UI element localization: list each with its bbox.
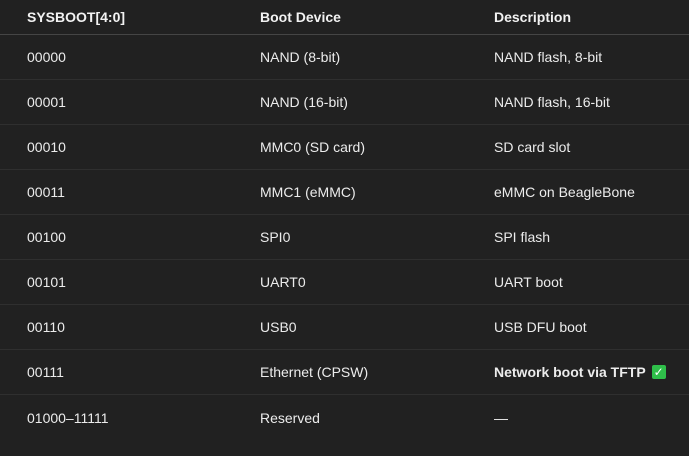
header-sysboot: SYSBOOT[4:0] bbox=[27, 9, 126, 25]
table-row: 00111 Ethernet (CPSW) Network boot via T… bbox=[0, 350, 689, 395]
description: USB DFU boot bbox=[494, 319, 587, 335]
table-row: 00100 SPI0 SPI flash bbox=[0, 215, 689, 260]
check-mark-icon: ✓ bbox=[651, 365, 666, 379]
sysboot-code: 00010 bbox=[27, 139, 66, 155]
description: NAND flash, 8-bit bbox=[494, 49, 603, 65]
sysboot-code: 00101 bbox=[27, 274, 66, 290]
sysboot-code: 00011 bbox=[27, 184, 65, 200]
boot-device: SPI0 bbox=[260, 229, 291, 245]
description: — bbox=[494, 409, 508, 426]
description: SPI flash bbox=[494, 229, 551, 245]
table-row: 01000–11111 Reserved — bbox=[0, 395, 689, 440]
boot-device: Ethernet (CPSW) bbox=[260, 364, 369, 380]
table-row: 00000 NAND (8-bit) NAND flash, 8-bit bbox=[0, 35, 689, 80]
description-highlighted: Network boot via TFTP ✓ bbox=[494, 350, 666, 394]
description-text: Network boot via TFTP bbox=[494, 364, 646, 380]
sysboot-code: 00000 bbox=[27, 49, 66, 65]
description: NAND flash, 16-bit bbox=[494, 94, 610, 110]
table-header-row: SYSBOOT[4:0] Boot Device Description bbox=[0, 0, 689, 35]
boot-device: NAND (16-bit) bbox=[260, 94, 348, 110]
table-row: 00011 MMC1 (eMMC) eMMC on BeagleBone bbox=[0, 170, 689, 215]
sysboot-code: 00100 bbox=[27, 229, 66, 245]
boot-device: MMC1 (eMMC) bbox=[260, 184, 356, 200]
boot-device-table: SYSBOOT[4:0] Boot Device Description 000… bbox=[0, 0, 689, 440]
sysboot-code: 00111 bbox=[27, 364, 64, 380]
header-boot-device: Boot Device bbox=[260, 9, 341, 25]
sysboot-code: 00001 bbox=[27, 94, 66, 110]
boot-device: Reserved bbox=[260, 409, 320, 426]
table-row: 00110 USB0 USB DFU boot bbox=[0, 305, 689, 350]
description: SD card slot bbox=[494, 139, 571, 155]
header-description: Description bbox=[494, 9, 572, 25]
boot-device: NAND (8-bit) bbox=[260, 49, 341, 65]
boot-device: MMC0 (SD card) bbox=[260, 139, 366, 155]
table-row: 00101 UART0 UART boot bbox=[0, 260, 689, 305]
description: eMMC on BeagleBone bbox=[494, 184, 635, 200]
table-row: 00001 NAND (16-bit) NAND flash, 16-bit bbox=[0, 80, 689, 125]
description: UART boot bbox=[494, 274, 563, 290]
boot-device: UART0 bbox=[260, 274, 306, 290]
sysboot-code: 00110 bbox=[27, 319, 65, 335]
boot-device: USB0 bbox=[260, 319, 297, 335]
table-row: 00010 MMC0 (SD card) SD card slot bbox=[0, 125, 689, 170]
sysboot-code: 01000–11111 bbox=[27, 409, 109, 426]
